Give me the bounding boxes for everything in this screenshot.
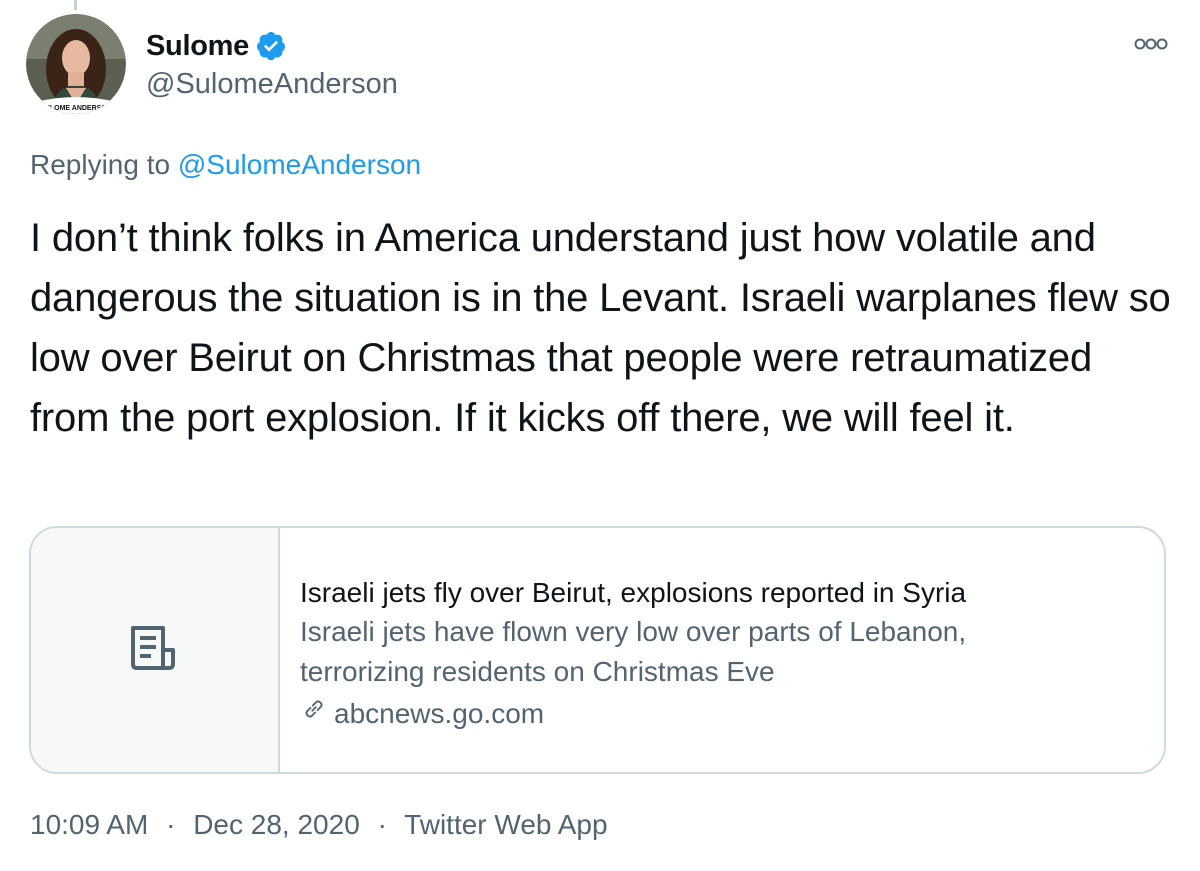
replying-to: Replying to @SulomeAnderson [30,149,421,181]
link-card-title: Israeli jets fly over Beirut, explosions… [300,577,967,608]
tweet-date[interactable]: Dec 28, 2020 [193,809,360,840]
tweet-text: I don’t think folks in America understan… [30,216,1171,440]
avatar[interactable]: SULOME ANDERSON [26,14,126,114]
more-options-icon[interactable] [1134,37,1168,51]
reply-mention-link[interactable]: @SulomeAnderson [178,149,421,180]
thread-connector-line [74,0,77,10]
link-card-thumbnail [31,528,280,772]
link-card-domain-row: abcnews.go.com [300,692,1060,736]
tweet-source: Twitter Web App [404,809,608,840]
tweet-meta: 10:09 AM · Dec 28, 2020 · Twitter Web Ap… [30,809,608,841]
author-block: Sulome @SulomeAnderson [146,26,398,101]
link-icon [300,692,334,736]
meta-separator: · [166,809,176,840]
meta-separator: · [377,809,387,840]
article-icon [127,620,183,681]
link-card-domain: abcnews.go.com [334,698,545,729]
verified-badge-icon [255,30,287,62]
avatar-caption: SULOME ANDERSON [40,105,112,112]
link-card-body: Israeli jets fly over Beirut, explosions… [280,528,1060,772]
link-card-description: Israeli jets have flown very low over pa… [300,616,967,687]
link-card[interactable]: Israeli jets fly over Beirut, explosions… [29,526,1166,774]
replying-prefix: Replying to [30,149,171,180]
author-handle[interactable]: @SulomeAnderson [146,68,398,101]
tweet-time[interactable]: 10:09 AM [30,809,148,840]
author-name[interactable]: Sulome [146,30,249,63]
